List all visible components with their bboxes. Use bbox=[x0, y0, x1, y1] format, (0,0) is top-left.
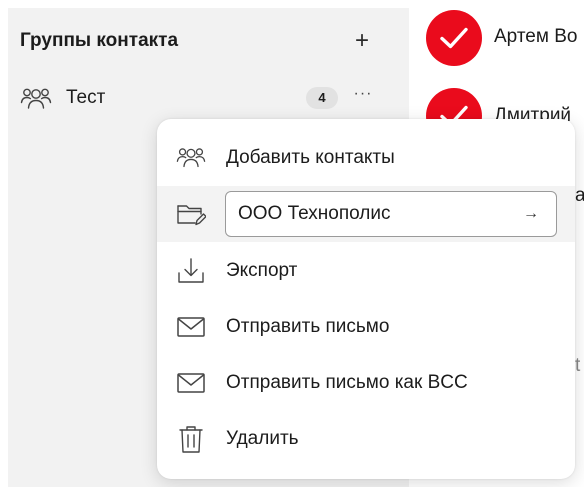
contact-text-fragment: t bbox=[575, 355, 581, 376]
menu-item-delete[interactable]: Удалить bbox=[157, 411, 575, 467]
checkmark-icon bbox=[440, 27, 468, 49]
menu-label: Отправить письмо как BCC bbox=[226, 372, 468, 393]
add-users-icon bbox=[176, 148, 206, 168]
menu-item-send-mail-bcc[interactable]: Отправить письмо как BCC bbox=[157, 355, 575, 411]
contact-item[interactable]: Артем Во bbox=[426, 10, 584, 66]
download-icon bbox=[178, 258, 204, 283]
mail-icon bbox=[177, 373, 205, 393]
group-label: Тест bbox=[66, 87, 106, 108]
group-context-menu: Добавить контакты → Экспорт bbox=[157, 119, 575, 479]
rename-group-field[interactable]: → bbox=[225, 191, 557, 237]
menu-item-add-contacts[interactable]: Добавить контакты bbox=[157, 130, 575, 186]
menu-item-export[interactable]: Экспорт bbox=[157, 243, 575, 299]
rename-group-input[interactable] bbox=[238, 192, 508, 236]
menu-label: Экспорт bbox=[226, 260, 298, 281]
selected-avatar[interactable] bbox=[426, 10, 482, 66]
menu-label: Отправить письмо bbox=[226, 316, 390, 337]
add-group-button[interactable]: + bbox=[349, 28, 375, 54]
menu-label: Добавить контакты bbox=[226, 147, 395, 168]
group-item-test[interactable]: Тест 4 ··· bbox=[8, 78, 409, 118]
trash-icon bbox=[179, 426, 203, 453]
more-options-icon[interactable]: ··· bbox=[350, 83, 376, 109]
folder-edit-icon bbox=[177, 205, 206, 226]
arrow-right-icon[interactable]: → bbox=[518, 201, 544, 227]
mail-icon bbox=[177, 317, 205, 337]
contact-text-fragment: а bbox=[575, 185, 584, 206]
menu-label: Удалить bbox=[226, 428, 299, 449]
sidebar-title: Группы контакта bbox=[20, 30, 179, 51]
menu-item-send-mail[interactable]: Отправить письмо bbox=[157, 299, 575, 355]
group-count-badge: 4 bbox=[306, 87, 338, 109]
contacts-screen: Группы контакта + Тест 4 ··· Артем Во Дм… bbox=[0, 0, 584, 487]
group-users-icon bbox=[20, 88, 52, 109]
plus-icon: + bbox=[354, 27, 369, 54]
contact-name: Артем Во bbox=[494, 26, 578, 47]
